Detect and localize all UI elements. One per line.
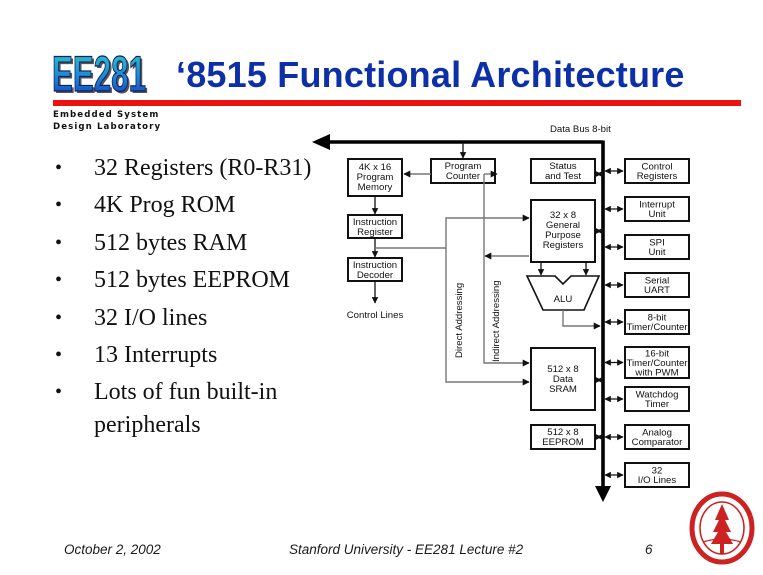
control-lines-label: Control Lines [347,310,404,321]
ee281-logo: EE281 EE281 [51,45,148,96]
peripheral-label: Comparator [632,437,683,448]
bullet-dot-icon: • [55,306,63,329]
bullet-dot-icon: • [55,194,63,217]
peripheral-label: UART [644,285,670,296]
architecture-diagram: Data Bus 8-bit Program Counter 4K x 16 P… [312,124,690,502]
direct-addressing-label: Direct Addressing [454,283,465,358]
instruction-decoder-label-2: Decoder [357,270,394,281]
footer-date: October 2, 2002 [64,542,161,557]
program-memory-label-3: Memory [358,182,393,193]
peripheral-label: I/O Lines [638,475,677,486]
indirect-addressing-label: Indirect Addressing [491,280,502,362]
logo-text: EE281 [52,46,146,96]
bullet-text: 32 I/O lines [94,304,208,331]
alu-label: ALU [554,294,573,305]
peripheral-label: with PWM [634,368,678,379]
seal-tree-icon [711,504,733,544]
seal-trunk [720,544,724,554]
data-bus-label: Data Bus 8-bit [550,124,611,135]
page-number: 6 [645,542,653,557]
bullet-dot-icon: • [55,157,63,179]
bullet-dot-icon: • [55,344,63,367]
bullet-text: 13 Interrupts [94,342,218,369]
alu-to-bus-arrow [562,310,601,330]
bullet-dot-icon: • [55,269,63,292]
logo-subtitle-line2: Design Laboratory [53,122,162,132]
bullet-item: • 512 bytes RAM [55,225,311,262]
bullet-item: • 512 bytes EEPROM [55,262,311,299]
bullet-dot-icon: • [55,381,63,404]
bullet-list: • 32 Registers (R0-R31) • 4K Prog ROM • 512… [55,150,311,442]
bullet-dot-icon: • [55,231,63,254]
logo-subtitle-line1: Embedded System [53,110,160,120]
bus-left-arrow-icon [312,134,330,150]
bullet-item: • Lots of fun built-in peripherals [55,374,311,442]
peripheral-label: Timer [645,399,670,410]
instruction-register-label-2: Register [357,227,394,238]
peripheral-label: Unit [648,247,665,258]
bullet-text: 512 bytes RAM [94,229,248,256]
peripheral-label: Timer/Counter [627,322,689,333]
bullet-text: 4K Prog ROM [94,192,236,219]
bullet-item: • 4K Prog ROM [55,187,311,224]
footer-course: Stanford University - EE281 Lecture #2 [289,542,524,557]
gpr-label-4: Registers [543,240,584,251]
slide-title: ‘8515 Functional Architecture [176,54,685,95]
bullet-item: • 32 I/O lines [55,300,311,337]
program-counter-label-2: Counter [446,171,481,182]
bullet-item: • 13 Interrupts [55,337,311,374]
stanford-seal-icon [689,491,755,565]
peripheral-label: Registers [637,171,678,182]
bullet-text: 512 bytes EEPROM [94,267,291,294]
peripheral-label: Unit [648,209,665,220]
title-underline-rule [53,100,741,106]
bullet-text-line2: peripherals [94,412,201,439]
bullet-text-line1: Lots of fun built-in [94,379,278,406]
peripheral-blocks: ControlRegistersInterruptUnitSPIUnitSeri… [604,158,690,488]
eeprom-label-2: EEPROM [542,437,584,448]
sram-label-3: SRAM [549,384,577,395]
status-label-2: and Test [545,171,581,182]
bus-down-arrow-icon [595,486,611,502]
bullet-item: • 32 Registers (R0-R31) [55,150,311,187]
logo-subtitle: Embedded System Design Laboratory [53,109,161,133]
bullet-text: 32 Registers (R0-R31) [94,155,312,181]
